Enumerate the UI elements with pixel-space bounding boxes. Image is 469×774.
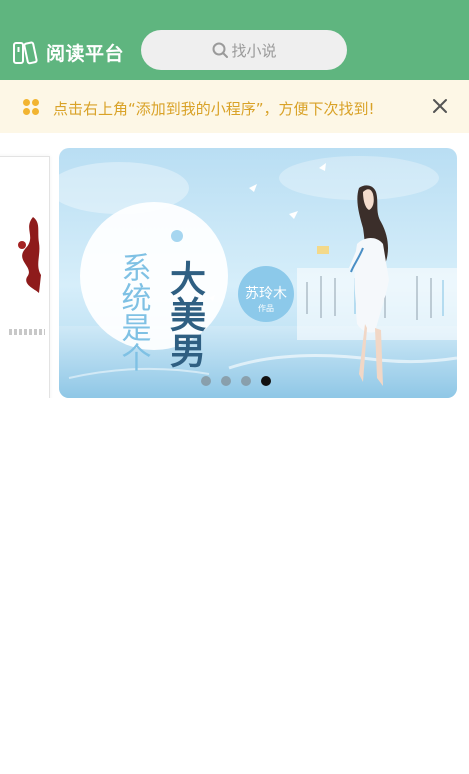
- book-logo-icon: [13, 41, 38, 64]
- app-header: 阅读平台 找小说: [0, 25, 469, 80]
- carousel-dot[interactable]: [201, 376, 211, 386]
- previous-book-cover[interactable]: [0, 156, 50, 398]
- close-icon[interactable]: [430, 96, 450, 116]
- carousel-dot[interactable]: [241, 376, 251, 386]
- carousel-indicators: [201, 376, 271, 386]
- cover-author-note: 作品: [258, 303, 274, 313]
- cover-author: 苏玲木: [245, 286, 287, 302]
- current-book-cover[interactable]: 系统是个 大美男 苏玲木 作品: [59, 148, 457, 398]
- cover-title-right: 大美男: [164, 260, 206, 368]
- search-bar[interactable]: 找小说: [141, 30, 347, 70]
- cover-fine-print: [9, 329, 45, 335]
- app-title: 阅读平台: [46, 43, 125, 65]
- banner-carousel[interactable]: 系统是个 大美男 苏玲木 作品: [0, 146, 469, 398]
- carousel-dot-active[interactable]: [261, 376, 271, 386]
- grid-dots-icon: [23, 99, 39, 115]
- brand[interactable]: 阅读平台: [12, 39, 124, 66]
- notice-text: 点击右上角“添加到我的小程序”，方便下次找到!: [53, 100, 375, 118]
- cover-title-left: 系统是个: [116, 252, 152, 372]
- add-miniprogram-notice: 点击右上角“添加到我的小程序”，方便下次找到!: [0, 80, 469, 133]
- cover-artwork: 系统是个 大美男 苏玲木 作品: [59, 148, 457, 398]
- search-icon: [212, 42, 229, 58]
- carousel-dot[interactable]: [221, 376, 231, 386]
- search-placeholder: 找小说: [231, 41, 277, 60]
- ink-brush-artwork: [18, 217, 41, 293]
- status-bar: [0, 0, 469, 26]
